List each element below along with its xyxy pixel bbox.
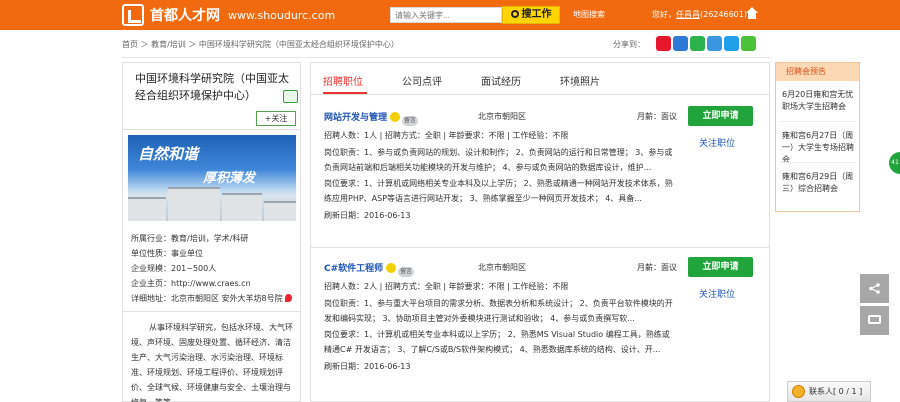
user-id: (26246601)	[700, 10, 747, 19]
job-fair-title: 招聘会预告	[776, 63, 859, 81]
message-badge[interactable]: 留言	[398, 267, 415, 277]
qq-icon[interactable]	[724, 36, 739, 51]
top-bar: 首都人才网 www.shoudurc.com 搜工作 地图搜索 您好，任昌昌(2…	[0, 0, 900, 30]
job-requirements: 岗位要求：1、计算机或相关专业本科或以上学历； 2、熟悉MS Visual St…	[324, 330, 670, 354]
search-button[interactable]: 搜工作	[502, 6, 560, 24]
job-duty: 岗位职责：1、参与重大平台项目的需求分析、数据表分析和系统设计； 2、负责平台软…	[324, 299, 673, 323]
job-meta: 招聘人数：2人 | 招聘方式：全职 | 年龄要求：不限 | 工作经验：不限	[324, 282, 569, 291]
divider	[780, 121, 856, 122]
company-panel: 中国环境科学研究院（中国亚太经合组织环境保护中心） +关注 自然和谐 厚积薄发 …	[122, 62, 301, 402]
tab-bar: 招聘职位 公司点评 面试经历 环境照片	[311, 63, 769, 95]
divider	[780, 162, 856, 163]
follow-job-link[interactable]: 关注职位	[699, 136, 735, 149]
address-row: 详细地址：北京市朝阳区 安外大羊坊8号院	[131, 291, 296, 306]
apply-button[interactable]: 立即申请	[688, 106, 753, 126]
divider	[123, 129, 300, 130]
tencent-weibo-icon[interactable]	[707, 36, 722, 51]
job-salary: 月薪：面议	[637, 263, 677, 272]
homepage-link[interactable]: 企业主页：http://www.craes.cn	[131, 276, 296, 291]
follow-job-link[interactable]: 关注职位	[699, 287, 735, 300]
logo-domain: www.shoudurc.com	[228, 8, 336, 22]
message-badge[interactable]: 留言	[402, 116, 419, 126]
map-search-link[interactable]: 地图搜索	[573, 9, 605, 20]
breadcrumb[interactable]: 首页 ＞ 教育/培训 ＞ 中国环境科学研究院（中国亚太经合组织环境保护中心）	[122, 39, 399, 50]
search-input[interactable]	[390, 7, 502, 23]
job-fair-link[interactable]: 6月20日雍和宫无忧职场大学生招聘会	[782, 89, 860, 113]
follow-company-button[interactable]: +关注	[256, 111, 296, 126]
company-description: 从事环境科学研究，包括水环境、大气环境、声环境、固废处理处置、循环经济、清洁生产…	[131, 323, 293, 402]
share-label: 分享到：	[613, 40, 645, 49]
jobs-panel: 招聘职位 公司点评 面试经历 环境照片 网站开发与管理 留言 北京市朝阳区 月薪：…	[310, 62, 770, 402]
search-icon	[510, 10, 519, 18]
feedback-float-button[interactable]	[860, 306, 889, 335]
welcome-text: 您好，任昌昌(26246601)	[652, 9, 747, 20]
tab-jobs[interactable]: 招聘职位	[323, 73, 363, 88]
logo-name: 首都人才网	[150, 8, 220, 24]
contacts-bar[interactable]: 联系人[ 0 / 1 ]	[787, 381, 871, 402]
refresh-date: 刷新日期：2016-06-13	[324, 362, 411, 371]
job-title-link[interactable]: 网站开发与管理 留言	[324, 110, 419, 126]
company-size: 企业规模：201~500人	[131, 264, 217, 273]
job-title-link[interactable]: C#软件工程师 留言	[324, 261, 415, 277]
share-icons	[656, 36, 756, 51]
share-icon	[869, 283, 880, 294]
logo-icon	[122, 4, 144, 26]
comment-icon	[868, 315, 881, 324]
job-item: 网站开发与管理 留言 北京市朝阳区 月薪：面议 立即申请 关注职位 招聘人数：1人…	[311, 100, 769, 248]
tab-reviews[interactable]: 公司点评	[402, 73, 442, 88]
job-fair-link[interactable]: 雍和宫6月29日（周三）综合招聘会	[782, 171, 860, 195]
tab-photos[interactable]: 环境照片	[560, 73, 600, 88]
job-item: C#软件工程师 留言 北京市朝阳区 月薪：面议 立即申请 关注职位 招聘人数：2人…	[311, 251, 769, 399]
address: 详细地址：北京市朝阳区 安外大羊坊8号院	[131, 294, 283, 303]
job-location: 北京市朝阳区	[478, 112, 526, 121]
weibo-icon[interactable]	[656, 36, 671, 51]
job-duty: 岗位职责：1、参与或负责网站的规划、设计和制作； 2、负责网站的运行和日常管理；…	[324, 148, 673, 172]
job-fair-panel: 招聘会预告 6月20日雍和宫无忧职场大学生招聘会 雍和宫6月27日（周一）大学生…	[775, 62, 860, 212]
company-photo[interactable]: 自然和谐 厚积薄发	[128, 135, 296, 221]
site-logo[interactable]: 首都人才网 www.shoudurc.com	[122, 4, 335, 26]
welcome-prefix: 您好，	[652, 10, 676, 19]
star-icon[interactable]	[690, 36, 705, 51]
photo-slogan-1: 自然和谐	[138, 145, 199, 163]
search-button-label: 搜工作	[521, 9, 552, 20]
job-requirements: 岗位要求：1、计算机或网络相关专业本科及以上学历； 2、熟悉或精通一种网站开发技…	[324, 179, 673, 203]
renren-icon[interactable]	[673, 36, 688, 51]
photo-slogan-2: 厚积薄发	[203, 171, 256, 186]
verified-badge-icon	[386, 263, 397, 273]
wechat-icon[interactable]	[741, 36, 756, 51]
company-nature: 单位性质：事业单位	[131, 249, 203, 258]
side-float-tab[interactable]: 41	[889, 152, 900, 174]
user-name-link[interactable]: 任昌昌	[676, 10, 700, 19]
tab-interviews[interactable]: 面试经历	[481, 73, 521, 88]
contacts-icon	[792, 385, 805, 398]
company-name: 中国环境科学研究院（中国亚太经合组织环境保护中心）	[135, 72, 289, 102]
active-tab-indicator	[323, 92, 367, 94]
job-salary: 月薪：面议	[637, 112, 677, 121]
divider	[311, 247, 769, 248]
job-fair-link[interactable]: 雍和宫6月27日（周一）大学生专场招聘会	[782, 130, 860, 166]
apply-button[interactable]: 立即申请	[688, 257, 753, 277]
divider	[122, 57, 770, 58]
company-info: 所属行业：教育/培训，学术/科研 单位性质：事业单位 企业规模：201~500人…	[131, 231, 296, 306]
home-icon[interactable]	[745, 7, 759, 21]
verified-icon	[283, 90, 298, 103]
verified-badge-icon	[390, 112, 401, 122]
divider	[123, 311, 300, 312]
industry: 所属行业：教育/培训，学术/科研	[131, 234, 249, 243]
refresh-date: 刷新日期：2016-06-13	[324, 211, 411, 220]
share-float-button[interactable]	[860, 274, 889, 303]
map-pin-icon[interactable]	[284, 294, 292, 302]
job-meta: 招聘人数：1人 | 招聘方式：全职 | 年龄要求：不限 | 工作经验：不限	[324, 131, 569, 140]
job-location: 北京市朝阳区	[478, 263, 526, 272]
contacts-label: 联系人[ 0 / 1 ]	[809, 387, 863, 396]
